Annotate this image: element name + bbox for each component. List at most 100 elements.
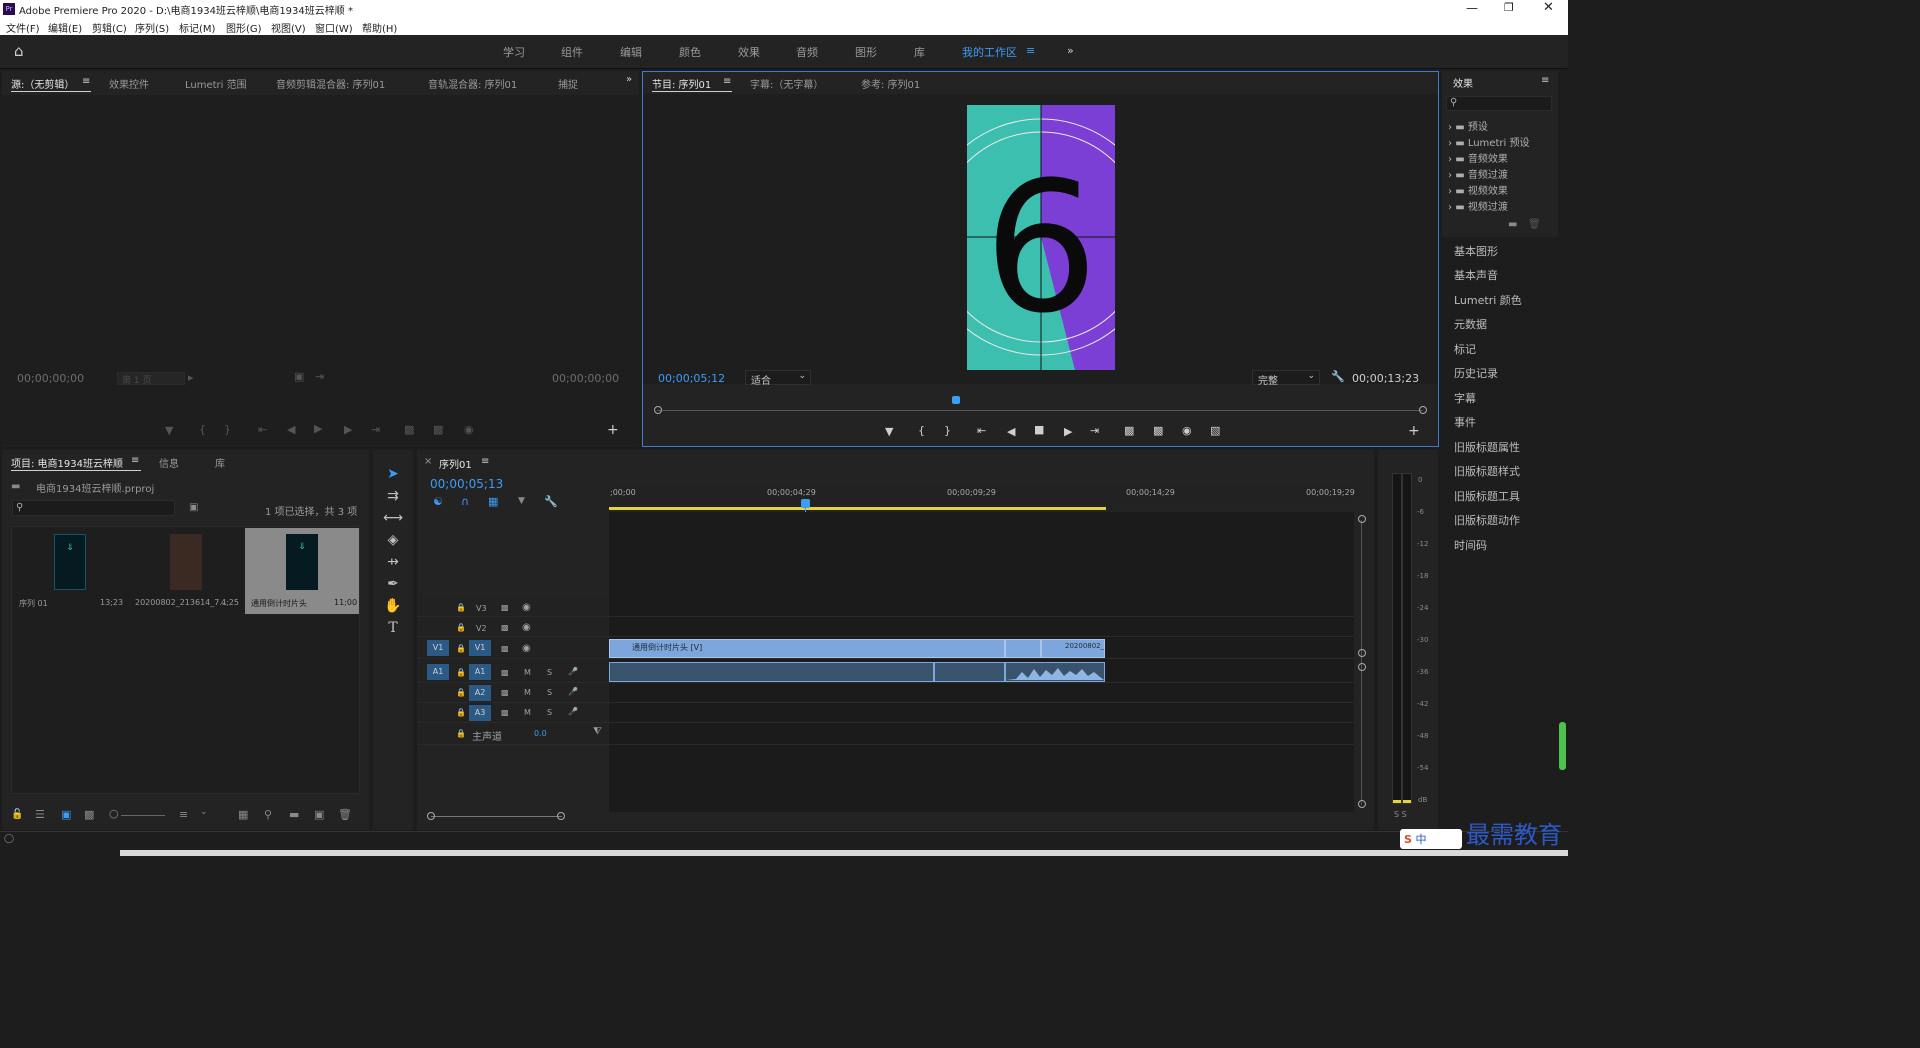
razor-tool-icon[interactable]: ◈ [383,530,403,550]
timeline-playhead-handle[interactable] [801,499,810,508]
find-icon[interactable]: ⚲ [264,808,272,821]
panel-essential-graphics[interactable]: 基本图形 [1446,238,1554,262]
menu-clip[interactable]: 剪辑(C) [92,20,127,35]
automate-to-sequence-icon[interactable]: ▦ [238,808,248,821]
track-lock-icon[interactable]: 🔒 [456,688,466,697]
timeline-timecode[interactable]: 00;00;05;13 [430,477,503,491]
add-marker-icon[interactable]: ▼ [885,425,893,438]
menu-window[interactable]: 窗口(W) [315,20,353,35]
tab-lumetri-scopes[interactable]: Lumetri 范围 [185,76,247,91]
workspace-color[interactable]: 颜色 [679,44,701,60]
minimize-icon[interactable]: — [1466,1,1480,15]
ripple-edit-tool-icon[interactable]: ⟷ [383,508,403,528]
track-lock-icon[interactable]: 🔒 [456,603,466,612]
mark-out-icon[interactable]: } [224,423,231,436]
solo-icon[interactable]: S [547,688,552,697]
project-search-input[interactable]: ⚲ [12,500,175,516]
clip-countdown-video[interactable]: 通用倒计时片头 [V] [609,639,1005,658]
lift-icon[interactable]: ▩ [1124,424,1134,437]
hand-tool-icon[interactable]: ✋ [383,596,403,616]
play-icon[interactable]: ▶ [314,422,322,435]
quality-dropdown[interactable]: 完整 ⌄ [1252,370,1320,387]
clip-countdown-audio[interactable] [609,662,1005,682]
tab-reference[interactable]: 参考: 序列01 [861,76,920,91]
close-sequence-icon[interactable]: × [424,456,432,467]
effects-folder-video-transitions[interactable]: › ▬ 视频过渡 [1448,198,1508,213]
selection-tool-icon[interactable]: ➤ [383,464,403,484]
more-workspaces-icon[interactable]: » [1067,44,1074,57]
master-end-icon[interactable]: ⧨ [593,726,602,737]
horizontal-scrollbar[interactable] [431,816,562,817]
mute-icon[interactable]: M [524,708,531,717]
new-bin-icon[interactable]: ▬ [289,808,299,821]
effects-search-input[interactable]: ⚲ [1446,96,1552,111]
panel-essential-sound[interactable]: 基本声音 [1446,262,1554,286]
program-timecode-left[interactable]: 00;00;05;12 [658,372,725,385]
toggle-sync-icon[interactable]: ▩ [501,603,509,612]
clip-transition[interactable] [1005,639,1041,658]
track-target-a3[interactable]: A3 [469,705,491,721]
solo-icon[interactable]: S [547,708,552,717]
toggle-sync-icon[interactable]: ▩ [501,623,509,632]
effects-folder-presets[interactable]: › ▬ 预设 [1448,118,1488,133]
stop-icon[interactable]: ■ [1034,423,1044,436]
v-scroll-handle[interactable] [1358,663,1366,671]
sequence-menu-icon[interactable]: ≡ [481,456,489,467]
h-scroll-handle[interactable] [427,812,435,820]
step-back-icon[interactable]: ◀ [1007,425,1015,438]
panel-legacy-title-styles[interactable]: 旧版标题样式 [1446,458,1554,482]
overwrite-icon[interactable]: ▩ [433,423,443,436]
workspace-graphics[interactable]: 图形 [855,44,877,60]
tab-libraries[interactable]: 库 [215,455,225,470]
master-value[interactable]: 0.0 [534,729,547,738]
export-frame-icon[interactable]: ⇥ [315,370,324,383]
new-item-icon[interactable]: ▣ [314,808,324,821]
track-lock-icon[interactable]: 🔒 [456,668,466,677]
more-panels-icon[interactable]: » [626,74,632,85]
menu-help[interactable]: 帮助(H) [362,20,397,35]
mark-in-icon[interactable]: { [199,423,206,436]
add-marker-icon[interactable]: ▼ [165,424,173,437]
tab-source[interactable]: 源:（无剪辑） [11,76,74,91]
freeform-view-icon[interactable]: ▩ [84,808,94,821]
eye-icon[interactable]: ◉ [522,602,531,613]
snap-icon[interactable]: ∩ [461,495,469,508]
linked-selection-icon[interactable]: ▦ [488,495,498,508]
tab-capture[interactable]: 捕捉 [558,76,578,91]
find-icon[interactable]: ▣ [189,502,198,513]
panel-markers[interactable]: 标记 [1446,336,1554,360]
mute-icon[interactable]: M [524,688,531,697]
track-lock-icon[interactable]: 🔒 [456,623,466,632]
ime-indicator[interactable]: S 中 [1400,829,1462,849]
workspace-menu-icon[interactable]: ≡ [1026,44,1035,57]
mark-in-icon[interactable]: { [918,424,925,437]
project-item-sequence[interactable]: ⇓ 序列 01 13;23 [13,528,127,614]
sort-icon[interactable]: ≡ [179,808,188,821]
panel-lumetri-color[interactable]: Lumetri 颜色 [1446,287,1554,311]
panel-legacy-title-properties[interactable]: 旧版标题属性 [1446,434,1554,458]
effects-menu-icon[interactable]: ≡ [1541,75,1549,86]
add-button-icon[interactable]: + [607,422,619,438]
panel-legacy-title-tools[interactable]: 旧版标题工具 [1446,483,1554,507]
type-tool-icon[interactable]: T [383,618,403,638]
work-area-bar[interactable] [609,507,1106,510]
track-lock-icon[interactable]: 🔒 [456,708,466,717]
tab-sequence[interactable]: 序列01 [439,456,472,471]
v-scroll-handle[interactable] [1358,800,1366,808]
effects-folder-video-effects[interactable]: › ▬ 视频效果 [1448,182,1508,197]
panel-events[interactable]: 事件 [1446,409,1554,433]
workspace-learn[interactable]: 学习 [503,44,525,60]
safe-margins-icon[interactable]: ▣ [294,370,304,383]
chevron-down-icon[interactable]: ⌄ [200,807,208,817]
add-marker-icon[interactable]: ▼ [518,496,525,506]
zoom-slider-handle[interactable]: ○ [109,807,119,820]
close-icon[interactable]: ✕ [1543,0,1557,15]
fit-dropdown[interactable]: 适合 ⌄ [745,370,811,387]
wrench-icon[interactable]: 🔧 [1331,370,1345,383]
microphone-icon[interactable]: 🎤 [568,707,578,716]
solo-icon[interactable]: S [547,668,552,677]
track-target-v1[interactable]: V1 [469,640,491,656]
insert-icon[interactable]: ▩ [404,423,414,436]
lock-icon[interactable]: 🔓 [11,809,23,820]
panel-history[interactable]: 历史记录 [1446,360,1554,384]
